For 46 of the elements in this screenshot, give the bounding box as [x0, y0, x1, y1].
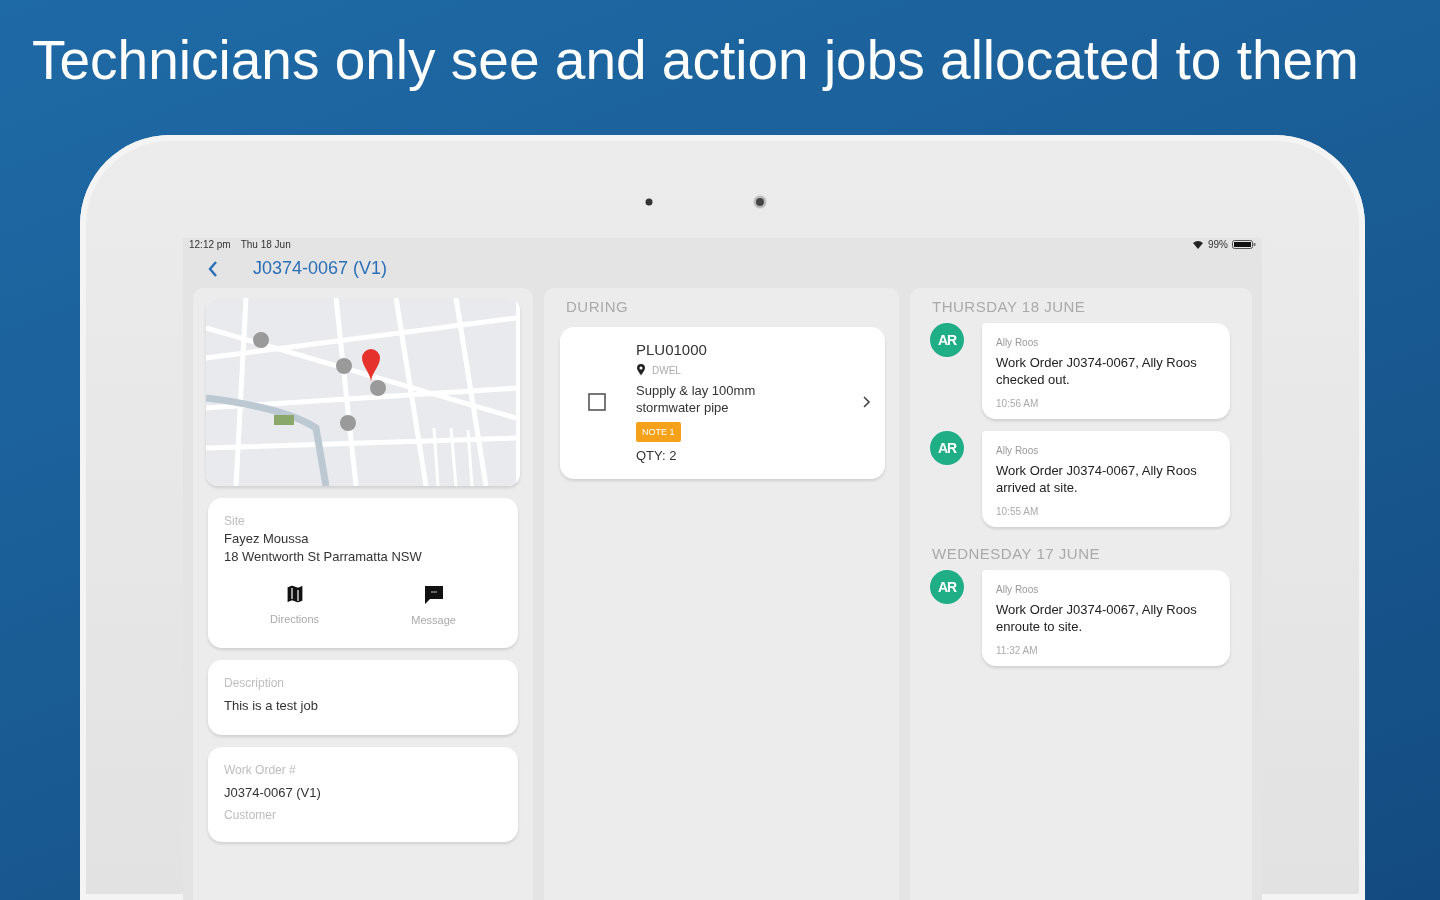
message-time: 10:55 AM [996, 506, 1040, 517]
message-time: 11:32 AM [996, 645, 1039, 656]
message-text: Work Order J0374-0067, Ally Roos arrived at site. [996, 462, 1198, 496]
field-label: Work Order # [224, 763, 297, 777]
message-author: Ally Roos [996, 584, 1040, 595]
camera-icon [753, 194, 767, 209]
item-location: DWEL [652, 364, 681, 376]
map-icon [285, 585, 304, 603]
job-title: J0374-0067 (V1) [253, 258, 388, 280]
avatar: AR [930, 570, 964, 604]
wifi-icon [1192, 240, 1204, 250]
avatar: AR [930, 323, 964, 357]
field-label: Site [224, 514, 246, 528]
item-code: PLU01000 [636, 341, 708, 358]
headline: Technicians only see and action jobs allocated to them [32, 28, 1359, 92]
message-text: Work Order J0374-0067, Ally Roos checked out. [996, 354, 1198, 388]
site-address: 18 Wentworth St Parramatta NSW [224, 549, 423, 564]
note-badge: NOTE 1 [636, 422, 681, 442]
location-pin-icon [636, 364, 646, 376]
work-order-number: J0374-0067 (V1) [224, 785, 322, 800]
message-time: 10:56 AM [996, 398, 1040, 409]
chevron-right-icon [862, 396, 871, 408]
field-label: Customer [224, 808, 277, 822]
directions-button[interactable]: Directions [260, 581, 329, 630]
field-label: Description [224, 676, 286, 690]
message-text: Work Order J0374-0067, Ally Roos enroute to site. [996, 601, 1198, 635]
date-heading: THURSDAY 18 JUNE [932, 298, 1086, 315]
checkbox[interactable] [588, 393, 606, 411]
sensor-icon [645, 197, 653, 206]
message-author: Ally Roos [996, 445, 1040, 456]
description-text: This is a test job [224, 698, 319, 713]
item-description: Supply & lay 100mm stormwater pipe [636, 382, 757, 416]
line-item-card[interactable]: PLU01000 DWEL Supply & lay 100mm stormwater pipe NOTE 1 QTY: 2 [560, 327, 885, 479]
message-icon [423, 585, 444, 604]
status-date: Thu 18 Jun [240, 239, 291, 251]
message-button[interactable]: Message [401, 581, 466, 630]
item-quantity: QTY: 2 [636, 448, 678, 463]
status-time: 12:12 pm [189, 239, 231, 251]
back-icon [207, 259, 219, 278]
section-heading: DURING [566, 298, 629, 315]
avatar: AR [930, 431, 964, 465]
battery-icon [1232, 240, 1256, 250]
battery-percent: 99% [1208, 239, 1228, 251]
site-name: Fayez Moussa [224, 531, 310, 546]
date-heading: WEDNESDAY 17 JUNE [932, 545, 1100, 562]
message-author: Ally Roos [996, 337, 1040, 348]
